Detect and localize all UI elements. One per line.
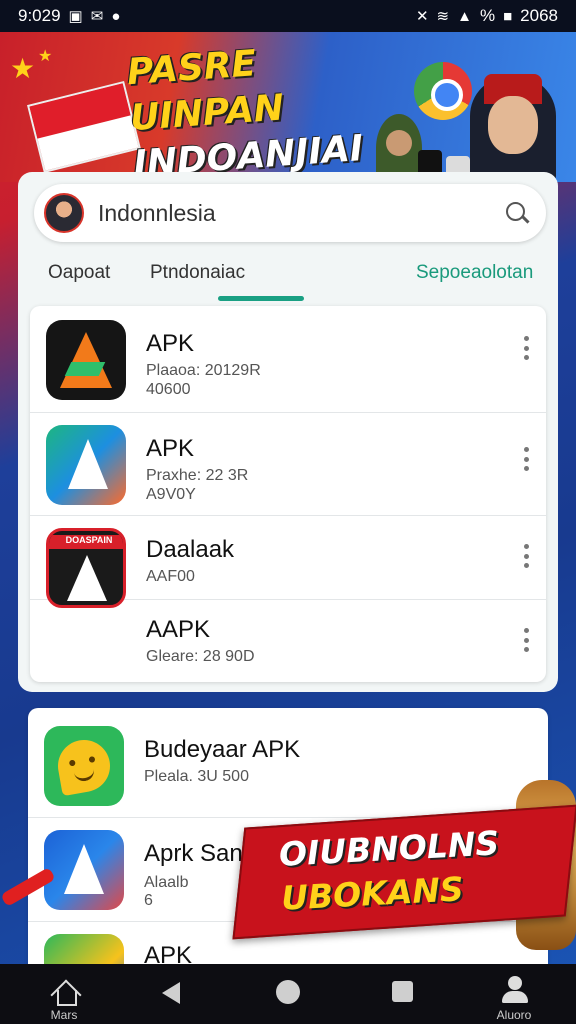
square-icon [392, 981, 413, 1002]
tab-bar: Oapoat Ptndonaiac Sepoeaolotan [18, 256, 558, 301]
promo-text[interactable]: OIUBNOLNS UBOKANS [278, 819, 542, 920]
app-icon-daalaak[interactable]: DOASPAIN [46, 528, 126, 608]
app-meta: AAF00 [146, 568, 195, 585]
tab-active-indicator [218, 296, 304, 301]
app-meta: Plaaoa: 20129R [146, 362, 261, 379]
list-item[interactable]: APK Plaaoa: 20129R 40600 [30, 306, 546, 413]
promo-line1: OIUBNOLNS [277, 823, 501, 874]
banner-title: PASRE UINPAN INDOANJIAI [126, 32, 425, 182]
promo-banner[interactable]: ★ ★ PASRE UINPAN INDOANJIAI [0, 32, 576, 182]
list-item[interactable]: AAPK Gleare: 28 90D [30, 600, 546, 682]
back-icon [162, 982, 180, 1004]
nav-home-button[interactable]: Mars [24, 964, 104, 1024]
search-input[interactable]: Indonnlesia [98, 200, 504, 227]
banner-title-line1: PASRE UINPAN [125, 43, 286, 140]
wifi-icon: ≋ [436, 8, 450, 25]
app-meta: Pleala. 3U 500 [144, 768, 249, 785]
avatar[interactable] [44, 193, 84, 233]
app-name: Budeyaar APK [144, 736, 301, 763]
app-icon-apk[interactable] [46, 425, 126, 505]
status-right: ✕ ≋ ▲ % ■ 2068 [416, 6, 558, 26]
more-vert-icon[interactable] [522, 447, 530, 471]
app-icon-budeyaar[interactable] [44, 726, 124, 806]
app-icon-apk[interactable] [46, 320, 126, 400]
list-item[interactable]: DOASPAIN Daalaak AAF00 [30, 516, 546, 608]
more-vert-icon[interactable] [522, 628, 530, 652]
app-name: Daalaak [146, 536, 235, 563]
home-icon [52, 978, 78, 1006]
nav-back-button[interactable] [132, 964, 212, 1024]
notification-icon: ▣ [68, 8, 83, 25]
app-meta: 6 [144, 892, 153, 909]
navigation-bar: Mars Aluoro [0, 964, 576, 1024]
app-icon-aprk-sanon[interactable] [44, 830, 124, 910]
man-portrait-image [470, 74, 556, 182]
nav-profile-label: Aluoro [496, 1008, 532, 1022]
app-icon-label: DOASPAIN [49, 535, 123, 549]
star-icon: ★ [38, 48, 53, 65]
app-list: APK Plaaoa: 20129R 40600 APK Praxhe: 22 … [30, 306, 546, 682]
star-icon: ★ [10, 53, 36, 84]
search-icon[interactable] [504, 200, 530, 226]
status-time: 9:029 [18, 6, 61, 25]
nav-recents-button[interactable] [362, 964, 442, 1024]
list-item[interactable]: APK Praxhe: 22 3R A9V0Y [30, 413, 546, 516]
main-card: Indonnlesia Oapoat Ptndonaiac Sepoeaolot… [18, 172, 558, 692]
battery-text: % [479, 6, 496, 25]
indonesia-flag-image [27, 80, 141, 174]
nav-profile-button[interactable]: Aluoro [474, 964, 554, 1024]
app-meta: Gleare: 28 90D [146, 648, 255, 665]
tab-sepoeaolotan[interactable]: Sepoeaolotan [416, 262, 533, 284]
status-right-time: 2068 [520, 6, 558, 25]
signal-icon: ▲ [457, 7, 472, 25]
app-name: APK [146, 330, 195, 357]
list-item[interactable]: Budeyaar APK Pleala. 3U 500 [28, 708, 544, 818]
app-meta: Praxhe: 22 3R [146, 467, 249, 484]
more-vert-icon[interactable] [522, 336, 530, 360]
more-vert-icon[interactable] [522, 544, 530, 568]
message-icon: ✉ [90, 8, 104, 25]
app-name: APK [146, 435, 195, 462]
status-left: 9:029 ▣ ✉ ● [18, 6, 120, 26]
tab-ptndonaiac[interactable]: Ptndonaiac [150, 262, 245, 284]
people-icon [498, 976, 532, 1004]
circle-icon [276, 980, 300, 1004]
chat-icon: ● [111, 7, 121, 25]
status-bar: 9:029 ▣ ✉ ● ✕ ≋ ▲ % ■ 2068 [0, 0, 576, 32]
app-meta: A9V0Y [146, 486, 196, 503]
app-meta: Alaalb [144, 874, 189, 891]
mute-icon: ✕ [415, 8, 429, 25]
app-meta: 40600 [146, 381, 191, 398]
search-bar[interactable]: Indonnlesia [34, 184, 546, 242]
chrome-logo-icon [414, 62, 472, 120]
nav-home-circle-button[interactable] [248, 964, 328, 1024]
app-name: AAPK [146, 616, 211, 643]
tab-oapoat[interactable]: Oapoat [48, 262, 110, 284]
battery-icon: ■ [503, 7, 513, 25]
nav-home-label: Mars [50, 1008, 78, 1022]
